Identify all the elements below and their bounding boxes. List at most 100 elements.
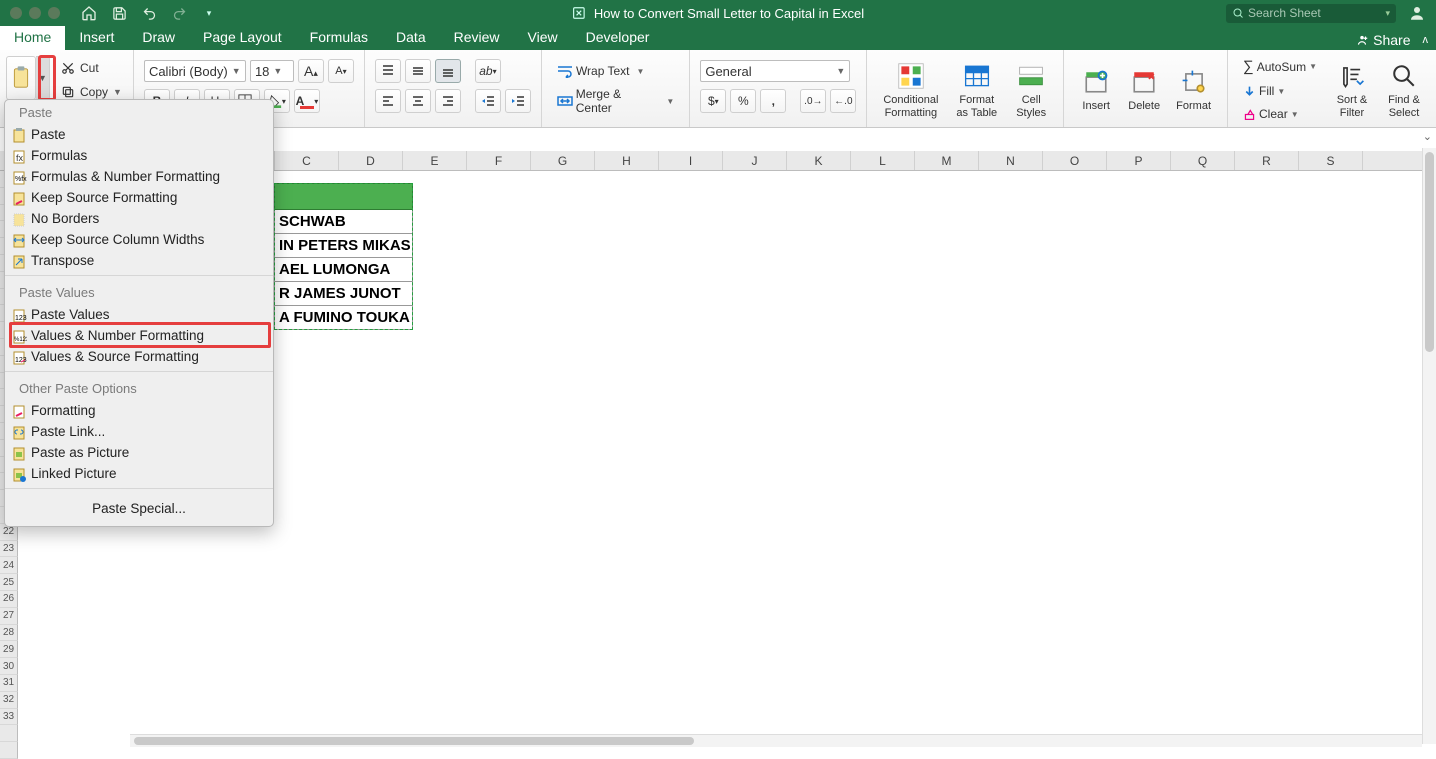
paste-dropdown-button[interactable]: ▼ <box>36 56 50 100</box>
sort-filter-button[interactable]: Sort & Filter <box>1330 58 1374 120</box>
data-cell[interactable]: AEL LUMONGA <box>274 258 413 282</box>
minimize-window-icon[interactable] <box>29 7 41 19</box>
row-header[interactable] <box>0 742 18 759</box>
find-select-button[interactable]: Find & Select <box>1382 58 1426 120</box>
paste-button[interactable] <box>6 56 36 100</box>
column-header[interactable]: R <box>1235 151 1299 170</box>
align-right-icon[interactable] <box>435 89 461 113</box>
menu-transpose[interactable]: Transpose <box>5 250 273 271</box>
column-header[interactable]: C <box>275 151 339 170</box>
comma-icon[interactable]: , <box>760 89 786 113</box>
align-middle-icon[interactable] <box>405 59 431 83</box>
decrease-indent-icon[interactable] <box>475 89 501 113</box>
column-header[interactable]: F <box>467 151 531 170</box>
format-as-table-button[interactable]: Format as Table <box>950 58 1003 120</box>
clear-button[interactable]: Clear▼ <box>1238 104 1322 124</box>
align-left-icon[interactable] <box>375 89 401 113</box>
menu-paste-picture[interactable]: Paste as Picture <box>5 442 273 463</box>
row-header[interactable]: 30 <box>0 658 18 675</box>
search-sheet-input[interactable]: Search Sheet ▾ <box>1226 4 1396 23</box>
column-header[interactable]: Q <box>1171 151 1235 170</box>
zoom-window-icon[interactable] <box>48 7 60 19</box>
data-cell[interactable]: SCHWAB <box>274 210 413 234</box>
menu-paste[interactable]: Paste <box>5 124 273 145</box>
row-header[interactable]: 29 <box>0 641 18 658</box>
font-size-select[interactable]: 18▼ <box>250 60 294 82</box>
tab-formulas[interactable]: Formulas <box>296 25 382 50</box>
column-header[interactable]: M <box>915 151 979 170</box>
menu-paste-values[interactable]: 123Paste Values <box>5 304 273 325</box>
close-window-icon[interactable] <box>10 7 22 19</box>
menu-values-source-fmt[interactable]: 123Values & Source Formatting <box>5 346 273 367</box>
column-header[interactable]: H <box>595 151 659 170</box>
horizontal-scrollbar[interactable] <box>130 734 1422 747</box>
autosum-button[interactable]: ∑AutoSum▼ <box>1238 55 1322 78</box>
cut-button[interactable]: Cut <box>56 58 127 78</box>
table-header-cell[interactable] <box>274 183 413 210</box>
row-header[interactable]: 25 <box>0 574 18 591</box>
menu-linked-picture[interactable]: Linked Picture <box>5 463 273 484</box>
fill-button[interactable]: Fill▼ <box>1238 81 1322 101</box>
column-header[interactable]: D <box>339 151 403 170</box>
insert-cells-button[interactable]: Insert <box>1074 64 1118 114</box>
menu-paste-special[interactable]: Paste Special... <box>5 493 273 522</box>
increase-decimal-icon[interactable]: .0→ <box>800 89 826 113</box>
menu-paste-link[interactable]: Paste Link... <box>5 421 273 442</box>
data-cell[interactable]: R JAMES JUNOT <box>274 282 413 306</box>
align-top-icon[interactable] <box>375 59 401 83</box>
row-header[interactable]: 23 <box>0 541 18 558</box>
menu-values-number-fmt[interactable]: %123Values & Number Formatting <box>5 325 273 346</box>
qat-dropdown-icon[interactable]: ▾ <box>200 4 218 22</box>
menu-keep-source-fmt[interactable]: Keep Source Formatting <box>5 187 273 208</box>
column-header[interactable]: O <box>1043 151 1107 170</box>
align-bottom-icon[interactable] <box>435 59 461 83</box>
cell-styles-button[interactable]: Cell Styles <box>1009 58 1053 120</box>
column-header[interactable]: L <box>851 151 915 170</box>
column-header[interactable]: G <box>531 151 595 170</box>
user-account-icon[interactable] <box>1408 4 1426 22</box>
increase-font-icon[interactable]: A▴ <box>298 59 324 83</box>
decrease-decimal-icon[interactable]: ←.0 <box>830 89 856 113</box>
column-header[interactable]: N <box>979 151 1043 170</box>
row-header[interactable]: 26 <box>0 591 18 608</box>
share-button[interactable]: Share <box>1349 30 1416 50</box>
menu-formulas[interactable]: fxFormulas <box>5 145 273 166</box>
orientation-icon[interactable]: ab▾ <box>475 59 501 83</box>
row-header[interactable]: 28 <box>0 625 18 642</box>
row-header[interactable] <box>0 725 18 742</box>
column-header[interactable]: K <box>787 151 851 170</box>
delete-cells-button[interactable]: Delete <box>1122 64 1166 114</box>
wrap-text-button[interactable]: Wrap Text▼ <box>552 61 650 81</box>
percent-icon[interactable]: % <box>730 89 756 113</box>
save-icon[interactable] <box>110 4 128 22</box>
menu-formulas-number[interactable]: %fxFormulas & Number Formatting <box>5 166 273 187</box>
column-header[interactable]: P <box>1107 151 1171 170</box>
tab-review[interactable]: Review <box>440 25 514 50</box>
row-header[interactable]: 27 <box>0 608 18 625</box>
currency-icon[interactable]: $▾ <box>700 89 726 113</box>
font-color-button[interactable]: A▾ <box>294 89 320 113</box>
row-header[interactable]: 33 <box>0 709 18 726</box>
row-header[interactable]: 31 <box>0 675 18 692</box>
increase-indent-icon[interactable] <box>505 89 531 113</box>
data-cell[interactable]: A FUMINO TOUKA <box>274 306 413 330</box>
align-center-icon[interactable] <box>405 89 431 113</box>
menu-keep-col-widths[interactable]: Keep Source Column Widths <box>5 229 273 250</box>
vertical-scrollbar[interactable] <box>1422 148 1436 744</box>
number-format-select[interactable]: General▼ <box>700 60 850 82</box>
menu-formatting[interactable]: Formatting <box>5 400 273 421</box>
tab-page-layout[interactable]: Page Layout <box>189 25 296 50</box>
column-header[interactable]: I <box>659 151 723 170</box>
data-cell[interactable]: IN PETERS MIKAS <box>274 234 413 258</box>
decrease-font-icon[interactable]: A▾ <box>328 59 354 83</box>
home-icon[interactable] <box>80 4 98 22</box>
tab-draw[interactable]: Draw <box>128 25 189 50</box>
row-header[interactable]: 32 <box>0 692 18 709</box>
column-header[interactable]: J <box>723 151 787 170</box>
undo-icon[interactable] <box>140 4 158 22</box>
tab-data[interactable]: Data <box>382 25 440 50</box>
redo-icon[interactable] <box>170 4 188 22</box>
merge-center-button[interactable]: Merge & Center▼ <box>552 84 679 118</box>
row-header[interactable]: 24 <box>0 557 18 574</box>
collapse-ribbon-icon[interactable]: ʌ <box>1423 34 1429 46</box>
